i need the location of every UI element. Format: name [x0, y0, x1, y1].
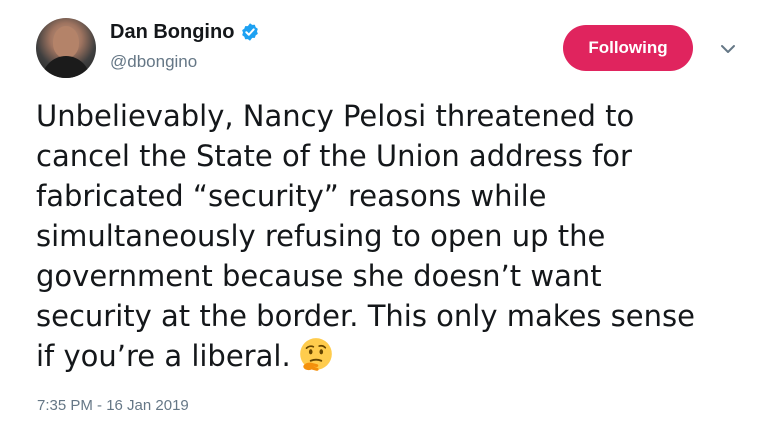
- tweet-line: simultaneously refusing to open up the: [36, 219, 606, 253]
- tweet-line: Unbelievably, Nancy Pelosi threatened to: [36, 99, 635, 133]
- avatar[interactable]: [36, 18, 96, 78]
- tweet-timestamp[interactable]: 7:35 PM - 16 Jan 2019: [37, 396, 189, 416]
- tweet-card: Dan Bongino @dbongino Following Unbeliev…: [0, 0, 775, 423]
- tweet-line: fabricated “security” reasons while: [36, 179, 547, 213]
- author-handle[interactable]: @dbongino: [110, 52, 197, 72]
- tweet-line: security at the border. This only makes …: [36, 299, 695, 333]
- avatar-head: [53, 26, 79, 58]
- tweet-text: Unbelievably, Nancy Pelosi threatened to…: [36, 96, 746, 376]
- author-display-name[interactable]: Dan Bongino: [110, 20, 234, 44]
- thinking-face-icon: [299, 338, 332, 371]
- author-name-row: Dan Bongino: [110, 20, 260, 44]
- tweet-line: government because she doesn’t want: [36, 259, 602, 293]
- tweet-line: if you’re a liberal.: [36, 339, 291, 373]
- chevron-down-icon[interactable]: [716, 40, 740, 58]
- verified-badge-icon: [242, 23, 259, 41]
- following-button[interactable]: Following: [563, 25, 693, 71]
- avatar-shoulders: [42, 56, 90, 78]
- tweet-line: cancel the State of the Union address fo…: [36, 139, 632, 173]
